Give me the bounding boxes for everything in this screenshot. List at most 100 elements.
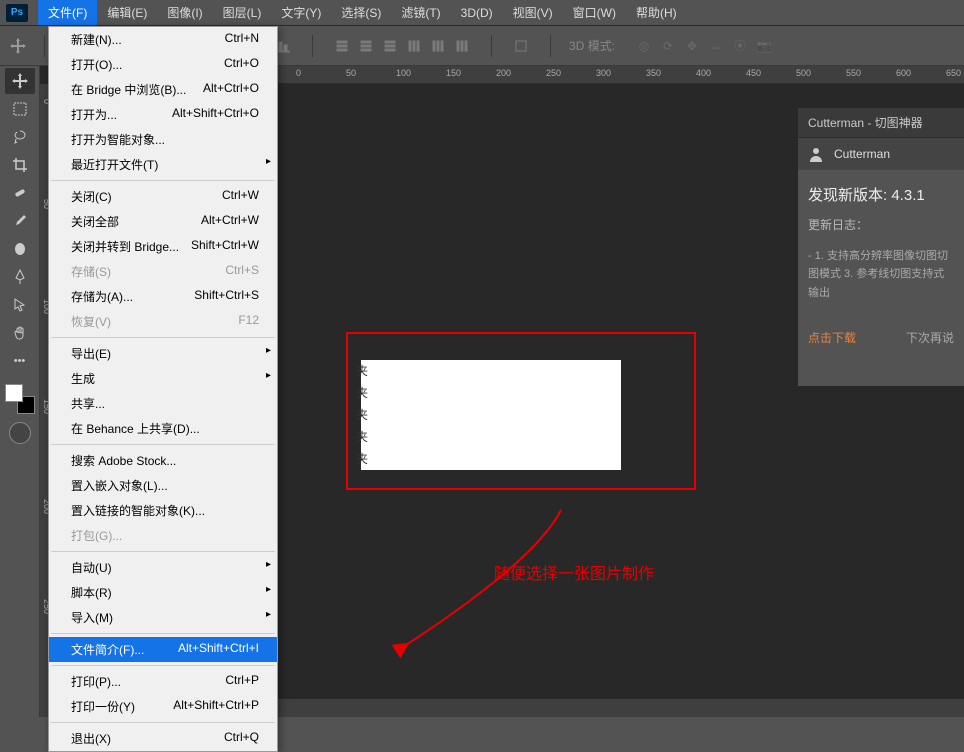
menu-separator [51, 444, 275, 445]
dist-group [331, 35, 473, 57]
lasso-tool[interactable] [5, 124, 35, 150]
menu-item-shortcut: Alt+Shift+Ctrl+O [172, 106, 259, 123]
menu-filter[interactable]: 滤镜(T) [391, 0, 450, 25]
menu-select[interactable]: 选择(S) [331, 0, 391, 25]
menu-item[interactable]: 置入嵌入对象(L)... [49, 473, 277, 498]
3d-pan-icon[interactable]: ✥ [681, 35, 703, 57]
dist-right-icon[interactable] [451, 35, 473, 57]
dist-top-icon[interactable] [331, 35, 353, 57]
crop-tool[interactable] [5, 152, 35, 178]
menu-help[interactable]: 帮助(H) [626, 0, 687, 25]
file-menu-dropdown: 新建(N)...Ctrl+N 打开(O)... Ctrl+O 在 Bridge 中浏览… [48, 26, 278, 752]
dist-bottom-icon[interactable] [379, 35, 401, 57]
brush-tool[interactable] [5, 208, 35, 234]
menu-item[interactable]: 导出(E) [49, 341, 277, 366]
menu-item[interactable]: 关闭全部Alt+Ctrl+W [49, 209, 277, 234]
menu-separator [51, 633, 275, 634]
menu-separator [51, 180, 275, 181]
menu-item[interactable]: 共享... [49, 391, 277, 416]
move-tool[interactable] [5, 68, 35, 94]
toolbox: ••• [0, 66, 40, 717]
menu-item-label: 导入(M) [71, 609, 113, 626]
menu-item-shortcut: Shift+Ctrl+S [194, 288, 259, 305]
menu-item[interactable]: 在 Behance 上共享(D)... [49, 416, 277, 441]
menu-item[interactable]: 置入链接的智能对象(K)... [49, 498, 277, 523]
menu-item[interactable]: 关闭(C)Ctrl+W [49, 184, 277, 209]
ruler-tick: 0 [296, 68, 301, 78]
download-link[interactable]: 点击下载 [808, 329, 856, 346]
menu-view[interactable]: 视图(V) [503, 0, 563, 25]
separator [491, 35, 492, 57]
menu-item-shortcut: Ctrl+P [225, 673, 259, 690]
3d-orbit-icon[interactable]: ◎ [633, 35, 655, 57]
3d-zoom-icon[interactable]: ⦿ [729, 35, 751, 57]
menu-item[interactable]: 最近打开文件(T) [49, 152, 277, 177]
color-swatch[interactable] [5, 384, 35, 414]
menu-item-label: 打印(P)... [71, 673, 121, 690]
menu-item-label: 置入嵌入对象(L)... [71, 477, 168, 494]
menu-item[interactable]: 脚本(R) [49, 580, 277, 605]
menu-3d[interactable]: 3D(D) [451, 2, 503, 24]
pen-tool[interactable] [5, 264, 35, 290]
separator [312, 35, 313, 57]
menu-item-shortcut: Alt+Shift+Ctrl+I [178, 641, 259, 658]
path-select-tool[interactable] [5, 292, 35, 318]
later-link[interactable]: 下次再说 [906, 329, 954, 346]
ruler-tick: 200 [496, 68, 511, 78]
menu-type[interactable]: 文字(Y) [271, 0, 331, 25]
menu-item-label: 关闭全部 [71, 213, 119, 230]
menu-item-label: 脚本(R) [71, 584, 112, 601]
menu-item-shortcut: Shift+Ctrl+W [191, 238, 259, 255]
menu-file[interactable]: 文件(F) [38, 0, 97, 25]
more-tools[interactable]: ••• [5, 348, 35, 374]
healing-tool[interactable] [5, 180, 35, 206]
dist-h-icon[interactable] [427, 35, 449, 57]
gradient-tool[interactable] [5, 236, 35, 262]
menu-item-label: 打开(O)... [71, 56, 122, 73]
app-logo: Ps [6, 4, 28, 22]
menu-item[interactable]: 搜索 Adobe Stock... [49, 448, 277, 473]
menu-item-label: 关闭并转到 Bridge... [71, 238, 179, 255]
ruler-tick: 550 [846, 68, 861, 78]
more-icon[interactable] [510, 35, 532, 57]
menu-image[interactable]: 图像(I) [157, 0, 212, 25]
dist-left-icon[interactable] [403, 35, 425, 57]
menu-item[interactable]: 导入(M) [49, 605, 277, 630]
menu-item[interactable]: 新建(N)...Ctrl+N [49, 27, 277, 52]
menu-item[interactable]: 在 Bridge 中浏览(B)...Alt+Ctrl+O [49, 77, 277, 102]
menu-item[interactable]: 生成 [49, 366, 277, 391]
menu-item[interactable]: 存储为(A)...Shift+Ctrl+S [49, 284, 277, 309]
3d-roll-icon[interactable]: ⟳ [657, 35, 679, 57]
menu-item[interactable]: 自动(U) [49, 555, 277, 580]
marquee-tool[interactable] [5, 96, 35, 122]
menu-item[interactable]: 打开为...Alt+Shift+Ctrl+O [49, 102, 277, 127]
ruler-tick: 150 [446, 68, 461, 78]
hand-tool[interactable] [5, 320, 35, 346]
menu-layer[interactable]: 图层(L) [213, 0, 272, 25]
menu-item-label: 文件简介(F)... [71, 641, 144, 658]
menu-edit[interactable]: 编辑(E) [97, 0, 157, 25]
update-title: 发现新版本: 4.3.1 [808, 182, 954, 209]
menu-separator [51, 665, 275, 666]
menu-item-shortcut: Ctrl+O [224, 56, 259, 73]
dist-v-icon[interactable] [355, 35, 377, 57]
menu-item[interactable]: 打开为智能对象... [49, 127, 277, 152]
menubar: Ps 文件(F) 编辑(E) 图像(I) 图层(L) 文字(Y) 选择(S) 滤… [0, 0, 964, 26]
3d-slide-icon[interactable]: ↔ [705, 35, 727, 57]
panel-tab[interactable]: Cutterman - 切图神器 [798, 108, 964, 138]
panel-actions: 点击下载 下次再说 [798, 315, 964, 386]
menu-item[interactable]: 文件简介(F)... Alt+Shift+Ctrl+I [49, 637, 277, 662]
menu-item[interactable]: 打印一份(Y)Alt+Shift+Ctrl+P [49, 694, 277, 719]
menu-item[interactable]: 关闭并转到 Bridge... Shift+Ctrl+W [49, 234, 277, 259]
3d-cam-icon[interactable]: 📷 [753, 35, 775, 57]
menu-item-label: 共享... [71, 395, 105, 412]
menu-window[interactable]: 窗口(W) [563, 0, 626, 25]
quick-mask-icon[interactable] [9, 422, 31, 444]
menu-item-label: 关闭(C) [71, 188, 112, 205]
menu-item[interactable]: 打印(P)... Ctrl+P [49, 669, 277, 694]
cutterman-panel: Cutterman - 切图神器 Cutterman 发现新版本: 4.3.1 … [798, 108, 964, 386]
3d-group: ◎ ⟳ ✥ ↔ ⦿ 📷 [633, 35, 775, 57]
menu-item[interactable]: 退出(X)Ctrl+Q [49, 726, 277, 751]
menu-item[interactable]: 打开(O)... Ctrl+O [49, 52, 277, 77]
menu-separator [51, 337, 275, 338]
